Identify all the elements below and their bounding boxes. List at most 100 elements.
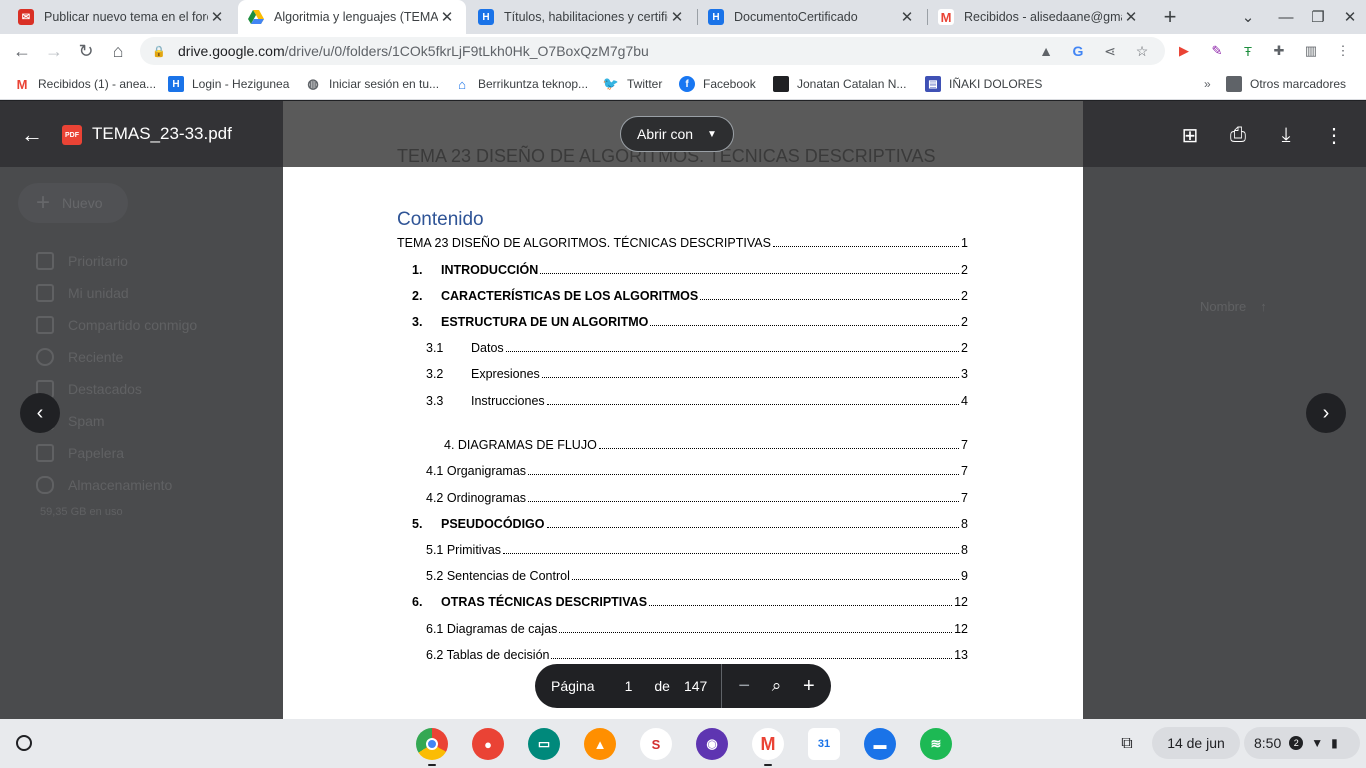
extension-pen-icon[interactable]: ✎	[1208, 42, 1226, 60]
vlc-app-icon[interactable]: ▲	[584, 728, 616, 760]
sidebar-item-label: Mi unidad	[68, 285, 129, 301]
toc-entry[interactable]: 5.2 Sentencias de Control 9	[426, 569, 968, 583]
bookmark-star-icon[interactable]: ☆	[1132, 41, 1152, 61]
zoom-out-icon[interactable]: −	[734, 672, 754, 700]
forward-icon[interactable]: →	[37, 34, 71, 68]
print-icon[interactable]: ⎙	[1224, 121, 1252, 149]
google-lens-icon[interactable]: G	[1068, 41, 1088, 61]
restore-icon[interactable]: ❐	[1302, 0, 1334, 34]
sidebar-item-reciente[interactable]: Reciente	[36, 348, 123, 366]
address-path: /drive/u/0/folders/1COk5fkrLjF9tLkh0Hk_O…	[284, 43, 649, 59]
address-bar[interactable]: 🔒 drive.google.com/drive/u/0/folders/1CO…	[140, 37, 1165, 65]
toc-entry[interactable]: 5.1 Primitivas 8	[426, 543, 968, 557]
bookmark-item[interactable]: M Recibidos (1) - anea...	[14, 75, 156, 93]
files-app-icon[interactable]: ▬	[864, 728, 896, 760]
classroom-app-icon[interactable]: ▭	[528, 728, 560, 760]
firefox-app-icon[interactable]: ◉	[696, 728, 728, 760]
more-bookmarks-icon[interactable]: »	[1204, 75, 1211, 93]
toc-entry[interactable]: 6.1 Diagramas de cajas 12	[426, 622, 968, 636]
close-icon[interactable]: ✕	[898, 8, 916, 26]
close-icon[interactable]: ✕	[208, 8, 226, 26]
other-bookmarks[interactable]: Otros marcadores	[1226, 75, 1346, 93]
status-tray[interactable]: 8:50 2 ▼ ▮	[1244, 727, 1360, 759]
minimize-icon[interactable]: —	[1270, 0, 1302, 34]
toc-entry[interactable]: 4.1 Organigramas 7	[426, 464, 968, 478]
sidebar-item-mi-unidad[interactable]: Mi unidad	[36, 284, 129, 302]
bookmark-item[interactable]: f Facebook	[679, 75, 756, 93]
gmail-app-icon[interactable]: M	[752, 728, 784, 760]
paint-app-icon[interactable]: ●	[472, 728, 504, 760]
sketchup-app-icon[interactable]: S	[640, 728, 672, 760]
bookmark-item[interactable]: Jonatan Catalan N...	[773, 75, 906, 93]
open-with-label: Abrir con	[637, 126, 694, 142]
toc-heading: Contenido	[397, 209, 484, 230]
tab-search-icon[interactable]: ⌄	[1232, 0, 1264, 34]
open-with-button[interactable]: Abrir con ▼	[620, 116, 734, 152]
calendar-app-icon[interactable]: 31	[808, 728, 840, 760]
home-icon[interactable]: ⌂	[101, 34, 135, 68]
reload-icon[interactable]: ↻	[69, 34, 103, 68]
toc-entry[interactable]: TEMA 23 DISEÑO DE ALGORITMOS. TÉCNICAS D…	[397, 236, 968, 250]
caret-down-icon: ▼	[707, 128, 717, 140]
spotify-app-icon[interactable]: ≋	[920, 728, 952, 760]
wifi-icon: ▼	[1311, 736, 1324, 750]
next-file-button[interactable]: ›	[1306, 393, 1346, 433]
tab-documento-certificado[interactable]: H DocumentoCertificado ✕	[698, 0, 926, 34]
tab-moodle-forum[interactable]: ✉ Publicar nuevo tema en el foro ✕	[8, 0, 236, 34]
close-icon[interactable]: ✕	[438, 8, 456, 26]
clock-time: 8:50	[1254, 735, 1282, 751]
close-window-icon[interactable]: ✕	[1334, 0, 1366, 34]
tab-gmail[interactable]: M Recibidos - alisedaane@gmail.com ✕	[928, 0, 1150, 34]
toc-entry[interactable]: 6. OTRAS TÉCNICAS DESCRIPTIVAS 12	[412, 595, 968, 609]
date-tray[interactable]: 14 de jun	[1152, 727, 1240, 759]
bookmark-item[interactable]: ◍ Iniciar sesión en tu...	[305, 75, 439, 93]
sidebar-item-almacenamiento[interactable]: Almacenamiento	[36, 476, 172, 494]
toc-entry[interactable]: 3.3 Instrucciones 4	[426, 394, 968, 408]
download-icon[interactable]: ⤓	[1272, 121, 1300, 149]
bookmark-item[interactable]: ⌂ Berrikuntza teknop...	[454, 75, 588, 93]
battery-icon: ▮	[1331, 736, 1338, 750]
toc-entry[interactable]: 3. ESTRUCTURA DE UN ALGORITMO 2	[412, 315, 968, 329]
toc-entry[interactable]: 5. PSEUDOCÓDIGO 8	[412, 517, 968, 531]
close-icon[interactable]: ✕	[1122, 8, 1140, 26]
sidebar-item-prioritario[interactable]: Prioritario	[36, 252, 128, 270]
share-icon[interactable]: ⋖	[1100, 41, 1120, 61]
launcher-icon[interactable]	[16, 735, 32, 751]
zoom-in-icon[interactable]: +	[799, 672, 819, 700]
extension-translate-icon[interactable]: Ŧ	[1239, 42, 1257, 60]
tab-drive-algoritmia[interactable]: Algoritmia y lenguajes (TEMAS) ✕	[238, 0, 466, 34]
sidebar-item-compartido[interactable]: Compartido conmigo	[36, 316, 197, 334]
toc-entry[interactable]: 4. DIAGRAMAS DE FLUJO 7	[444, 438, 968, 452]
back-icon[interactable]: ←	[5, 34, 39, 68]
add-comment-icon[interactable]: ⊞	[1176, 121, 1204, 149]
bookmark-item[interactable]: 🐦 Twitter	[603, 75, 662, 93]
sidebar-item-destacados[interactable]: Destacados	[36, 380, 142, 398]
toc-entry[interactable]: 6.2 Tablas de decisión 13	[426, 648, 968, 662]
toc-entry[interactable]: 3.2 Expresiones 3	[426, 367, 968, 381]
google-drive-icon[interactable]: ▲	[1036, 41, 1056, 61]
toc-entry[interactable]: 4.2 Ordinogramas 7	[426, 491, 968, 505]
sort-by-name[interactable]: Nombre ↑	[1200, 299, 1267, 314]
toc-entry[interactable]: 2. CARACTERÍSTICAS DE LOS ALGORITMOS 2	[412, 289, 968, 303]
side-panel-icon[interactable]: ▥	[1302, 42, 1320, 60]
close-icon[interactable]: ✕	[668, 8, 686, 26]
current-page-input[interactable]: 1	[625, 678, 633, 694]
extensions-puzzle-icon[interactable]: ✚	[1270, 42, 1288, 60]
chrome-app-icon[interactable]	[416, 728, 448, 760]
hezigunea-icon: H	[168, 76, 184, 92]
toc-entry[interactable]: 1. INTRODUCCIÓN 2	[412, 263, 968, 277]
more-options-icon[interactable]: ⋮	[1320, 121, 1348, 149]
close-viewer-back-icon[interactable]: ←	[18, 121, 46, 149]
sidebar-item-papelera[interactable]: Papelera	[36, 444, 124, 462]
chrome-menu-icon[interactable]: ⋮	[1334, 42, 1352, 60]
zoom-magnifier-icon[interactable]: ⌕	[766, 672, 786, 700]
tote-icon[interactable]: ⧉	[1114, 731, 1140, 757]
bookmark-item[interactable]: H Login - Hezigunea	[168, 75, 289, 93]
previous-file-button[interactable]: ‹	[20, 393, 60, 433]
toc-entry[interactable]: 3.1 Datos 2	[426, 341, 968, 355]
new-button[interactable]: + Nuevo	[18, 183, 128, 223]
new-tab-button[interactable]: +	[1154, 0, 1186, 34]
extension-cast-icon[interactable]: ▶	[1175, 42, 1193, 60]
tab-titulos[interactable]: H Títulos, habilitaciones y certificados…	[468, 0, 696, 34]
bookmark-item[interactable]: ▤ IÑAKI DOLORES	[925, 75, 1042, 93]
